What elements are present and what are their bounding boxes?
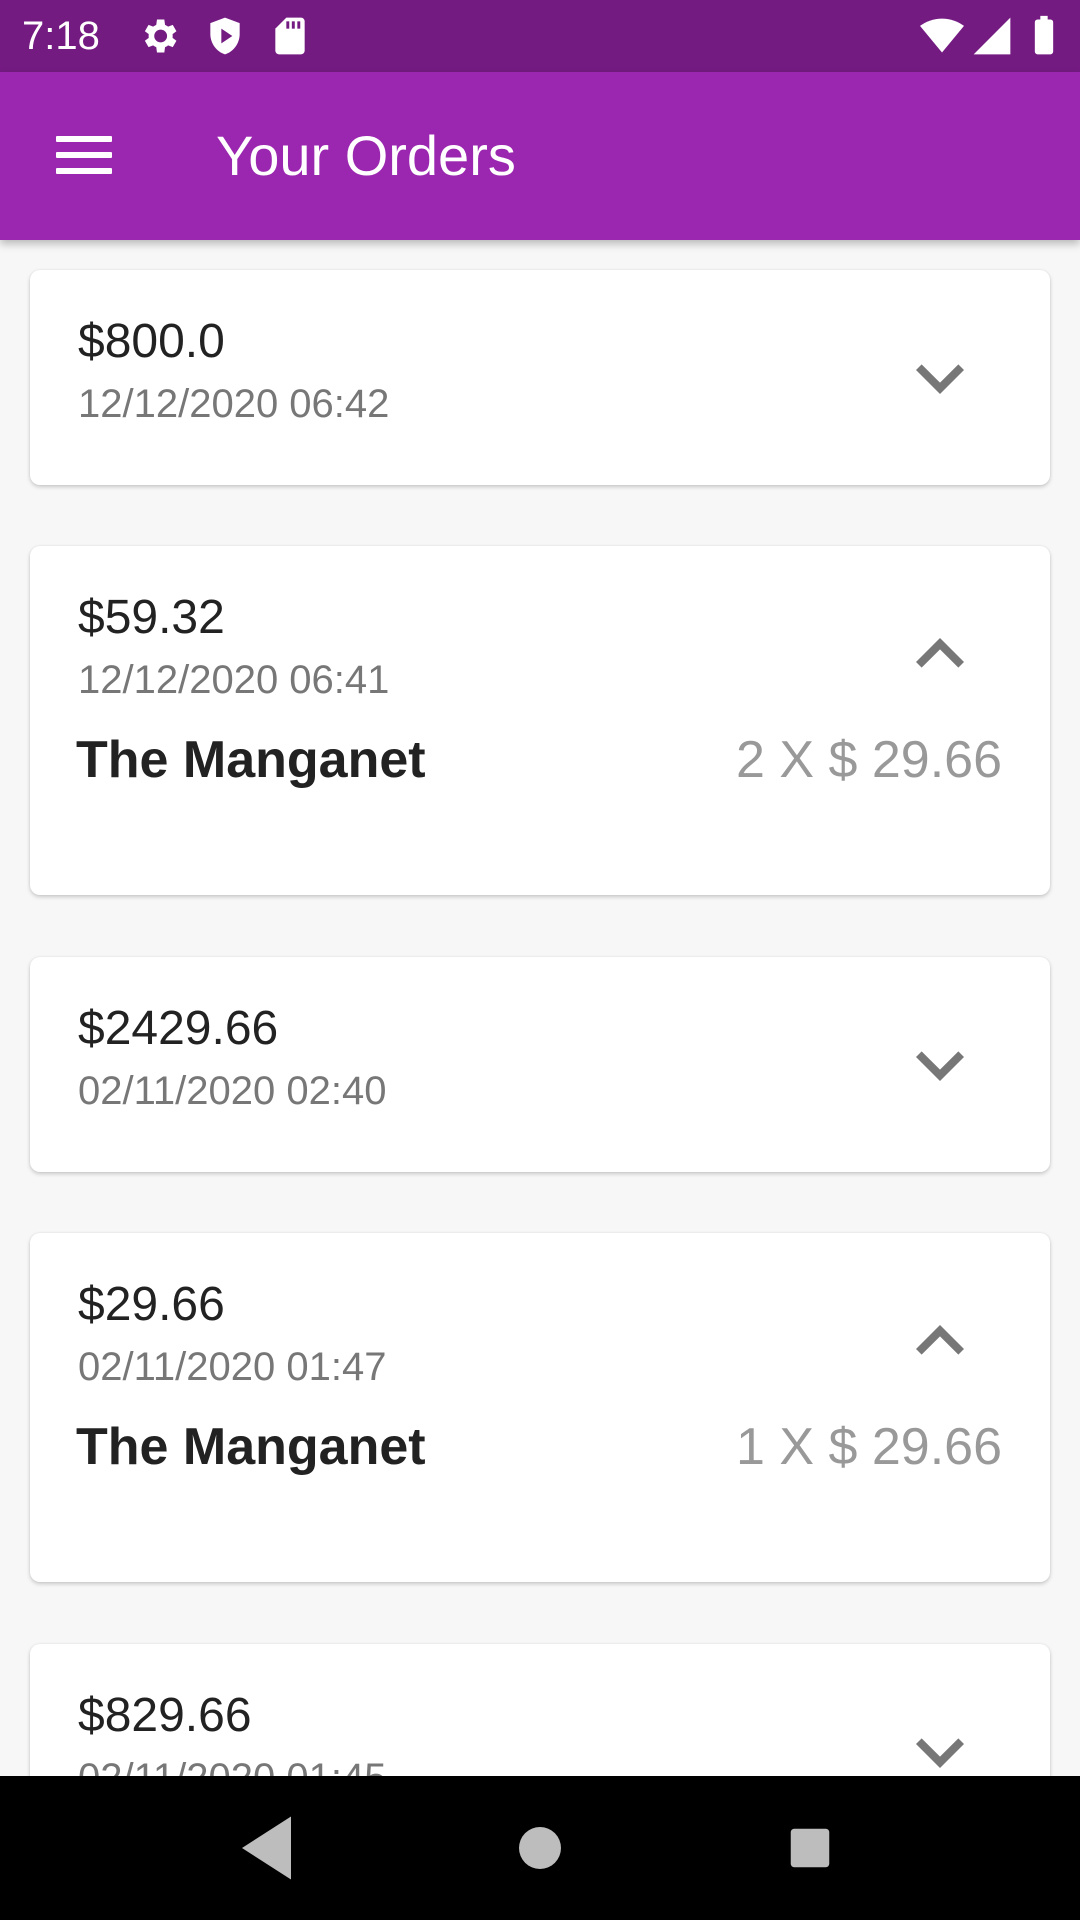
gear-icon xyxy=(144,19,177,53)
order-card[interactable]: $59.32 12/12/2020 06:41 The Manganet 2 X… xyxy=(30,546,1050,895)
battery-icon xyxy=(1034,15,1054,55)
order-item-quantity: 1 X $ 29.66 xyxy=(736,1418,1002,1476)
order-total: $800.0 xyxy=(78,315,225,368)
status-time: 7:18 xyxy=(22,14,100,58)
status-bar: 7:18 xyxy=(0,0,1080,72)
order-item-quantity: 2 X $ 29.66 xyxy=(736,731,1002,789)
app-bar: Your Orders xyxy=(0,72,1080,240)
order-card[interactable]: $29.66 02/11/2020 01:47 The Manganet 1 X… xyxy=(30,1233,1050,1582)
recents-icon[interactable] xyxy=(768,1806,852,1890)
shield-play-icon xyxy=(210,17,240,55)
sd-card-icon xyxy=(275,17,305,55)
order-date: 02/11/2020 02:40 xyxy=(78,1069,387,1113)
cell-signal-icon xyxy=(973,17,1011,55)
menu-button[interactable] xyxy=(36,112,132,200)
back-icon[interactable] xyxy=(228,1806,312,1890)
chevron-up-icon[interactable] xyxy=(892,606,988,702)
system-nav-bar xyxy=(0,1776,1080,1920)
order-date: 12/12/2020 06:41 xyxy=(78,658,390,702)
order-total: $2429.66 xyxy=(78,1002,279,1055)
home-icon[interactable] xyxy=(498,1806,582,1890)
order-total: $59.32 xyxy=(78,591,225,644)
chevron-down-icon[interactable] xyxy=(892,1704,988,1776)
order-item-name: The Manganet xyxy=(76,1418,426,1476)
orders-list[interactable]: $800.0 12/12/2020 06:42 $59.32 12/12/202… xyxy=(0,240,1080,1776)
order-date: 12/12/2020 06:42 xyxy=(78,382,390,426)
order-card[interactable]: $829.66 02/11/2020 01:45 xyxy=(30,1644,1050,1776)
order-card[interactable]: $800.0 12/12/2020 06:42 xyxy=(30,270,1050,485)
order-card[interactable]: $2429.66 02/11/2020 02:40 xyxy=(30,957,1050,1172)
chevron-down-icon[interactable] xyxy=(892,330,988,426)
order-total: $29.66 xyxy=(78,1278,225,1331)
order-total: $829.66 xyxy=(78,1689,252,1742)
chevron-up-icon[interactable] xyxy=(892,1293,988,1389)
order-date: 02/11/2020 01:45 xyxy=(78,1754,386,1776)
wifi-icon xyxy=(920,18,964,53)
menu-icon xyxy=(56,136,112,142)
order-date: 02/11/2020 01:47 xyxy=(78,1345,387,1389)
order-item-name: The Manganet xyxy=(76,731,426,789)
chevron-down-icon[interactable] xyxy=(892,1017,988,1113)
page-title: Your Orders xyxy=(216,124,516,187)
